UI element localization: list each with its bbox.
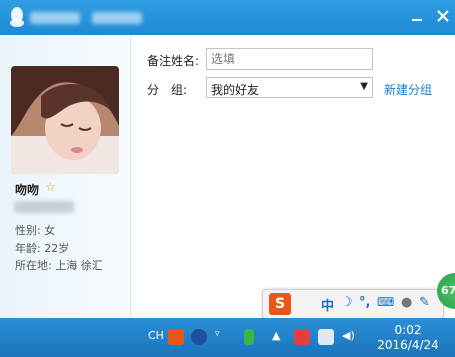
contact-avatar[interactable]	[11, 66, 119, 174]
add-friend-window: 吻吻 ☆ 性别: 女 年龄: 22岁 所在地: 上海 徐汇 备注姓名: 分 组:…	[0, 0, 455, 318]
half-width-icon[interactable]: ☽	[341, 295, 353, 310]
taskbar: CH ▿ ▲ ◀) 0:02 2016/4/24	[0, 318, 455, 357]
volume-icon[interactable]: ◀)	[342, 329, 355, 342]
sogou-tray-icon[interactable]	[168, 329, 184, 345]
contact-age: 年龄: 22岁	[15, 242, 70, 255]
clock-time: 0:02	[394, 323, 422, 337]
sogou-logo-icon[interactable]: S	[269, 293, 291, 315]
remark-input[interactable]	[206, 48, 373, 70]
qq-penguin-icon	[10, 7, 24, 27]
punctuation-icon[interactable]: °,	[359, 295, 370, 310]
minimize-icon	[412, 19, 422, 21]
ime-mode-toggle[interactable]: 中	[321, 295, 334, 314]
new-group-link[interactable]: 新建分组	[384, 81, 432, 98]
clock[interactable]: 0:02 2016/4/24	[368, 323, 448, 353]
group-select[interactable]: 我的好友 ▼	[206, 77, 373, 98]
blurred-signature	[14, 201, 74, 213]
network-icon[interactable]	[318, 329, 334, 345]
star-icon: ☆	[45, 180, 56, 194]
contact-sidebar: 吻吻 ☆ 性别: 女 年龄: 22岁 所在地: 上海 徐汇	[0, 35, 131, 318]
pen-icon[interactable]: ▿	[215, 329, 220, 339]
group-label: 分 组:	[147, 83, 188, 97]
contact-nickname: 吻吻	[15, 183, 40, 197]
ime-toolbar: S 中 ☽ °, ⌨ ● ✎	[262, 289, 444, 318]
clock-date: 2016/4/24	[377, 338, 439, 352]
dropdown-arrow-icon: ▼	[360, 81, 368, 92]
blurred-title	[30, 12, 80, 24]
title-bar[interactable]	[0, 0, 455, 35]
wrench-icon[interactable]: ✎	[419, 295, 430, 310]
minimize-button[interactable]	[406, 6, 428, 28]
help-icon[interactable]	[191, 329, 207, 345]
user-icon[interactable]: ●	[401, 295, 412, 310]
blurred-title	[92, 12, 142, 24]
show-hidden-icon[interactable]: ▲	[272, 329, 280, 342]
close-icon	[437, 10, 449, 22]
remark-label: 备注姓名:	[147, 54, 200, 68]
flag-icon[interactable]	[294, 329, 310, 345]
battery-icon[interactable]	[244, 329, 254, 345]
avatar-photo	[11, 66, 119, 174]
group-select-value: 我的好友	[211, 83, 260, 97]
contact-gender: 性别: 女	[15, 224, 56, 237]
contact-location: 所在地: 上海 徐汇	[15, 259, 103, 272]
language-indicator[interactable]: CH	[148, 329, 164, 342]
close-button[interactable]	[432, 6, 454, 28]
keyboard-icon[interactable]: ⌨	[377, 295, 394, 309]
